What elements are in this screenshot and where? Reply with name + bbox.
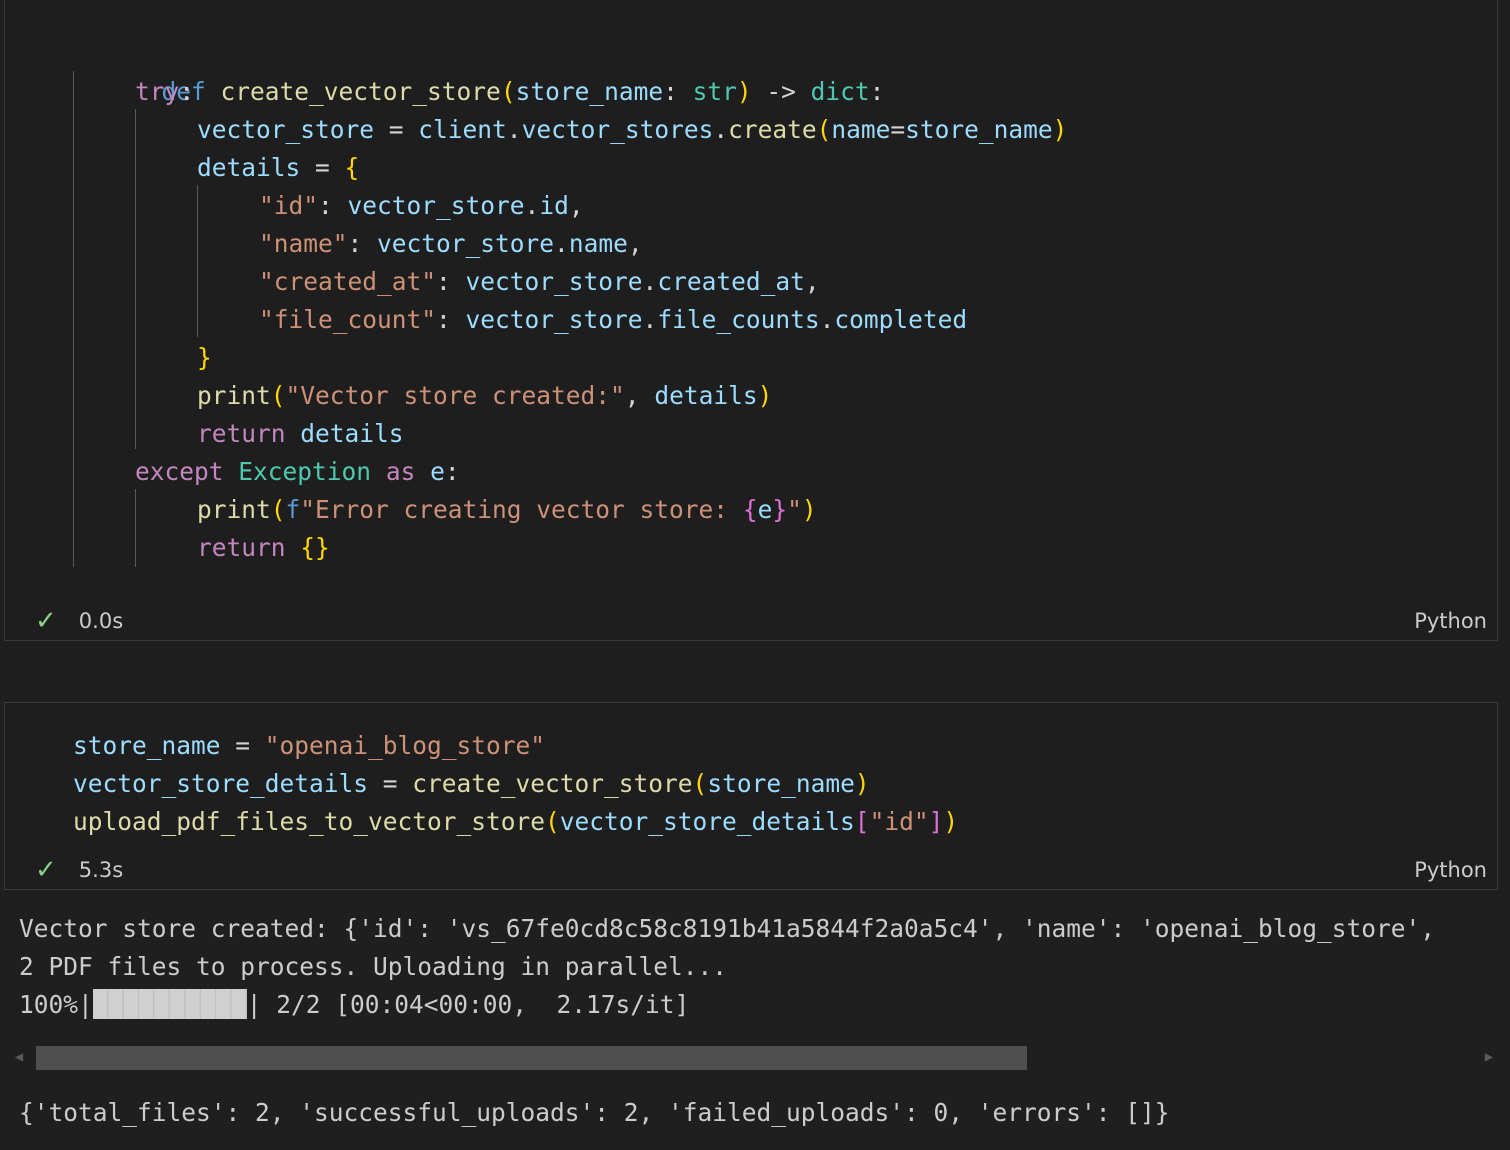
code-line: upload_pdf_files_to_vector_store(vector_… [73,807,959,836]
output-line: Vector store created: {'id': 'vs_67fe0cd… [19,914,1436,943]
code-line: details = { [197,153,360,182]
check-icon: ✓ [35,855,57,885]
language-label[interactable]: Python [1414,855,1487,885]
output-result: {'total_files': 2, 'successful_uploads':… [19,1098,1170,1127]
scrollbar-thumb[interactable] [36,1046,1027,1070]
output-line: 2 PDF files to process. Uploading in par… [19,952,728,981]
check-icon: ✓ [35,606,57,636]
token-function: create_vector_store [220,77,501,106]
code-line: return {} [197,533,330,562]
code-cell-upload[interactable]: store_name = "openai_blog_store" vector_… [4,702,1498,890]
code-line: print(f"Error creating vector store: {e}… [197,495,817,524]
progress-line: 100%| | 2/2 [00:04<00:00, 2.17s/it] [19,986,689,1024]
code-line: return details [197,419,404,448]
code-editor[interactable]: def create_vector_store(store_name: str)… [5,0,1497,640]
chevron-right-icon[interactable]: ▶ [1482,1042,1496,1072]
code-line: def create_vector_store(store_name: str)… [161,77,885,106]
code-line: vector_store = client.vector_stores.crea… [197,115,1068,144]
code-line: "id": vector_store.id, [259,191,584,220]
cell-status: ✓ 5.3s [35,855,123,885]
progress-bar [92,989,247,1019]
code-line: except Exception as e: [135,457,460,486]
indent-guide [197,185,198,337]
code-line: "name": vector_store.name, [259,229,643,258]
code-line: vector_store_details = create_vector_sto… [73,769,870,798]
code-line: print("Vector store created:", details) [197,381,773,410]
code-line: try: [135,77,195,106]
cell-status: ✓ 0.0s [35,606,123,636]
exec-time: 0.0s [78,609,124,633]
code-line: store_name = "openai_blog_store" [73,731,546,760]
code-line: "file_count": vector_store.file_counts.c… [259,305,968,334]
horizontal-scrollbar[interactable]: ◀ ▶ [14,1042,1494,1072]
chevron-left-icon[interactable]: ◀ [12,1042,26,1072]
exec-time: 5.3s [78,858,124,882]
code-cell-create-vector-store[interactable]: def create_vector_store(store_name: str)… [4,0,1498,641]
cell-output: Vector store created: {'id': 'vs_67fe0cd… [0,892,1510,1150]
indent-guide [135,109,136,449]
progress-prefix: 100%| [19,990,93,1019]
indent-guide [135,489,136,567]
code-editor[interactable]: store_name = "openai_blog_store" vector_… [5,703,1497,889]
code-line: "created_at": vector_store.created_at, [259,267,820,296]
language-label[interactable]: Python [1414,606,1487,636]
progress-suffix: | 2/2 [00:04<00:00, 2.17s/it] [246,990,690,1019]
code-line: } [197,343,212,372]
